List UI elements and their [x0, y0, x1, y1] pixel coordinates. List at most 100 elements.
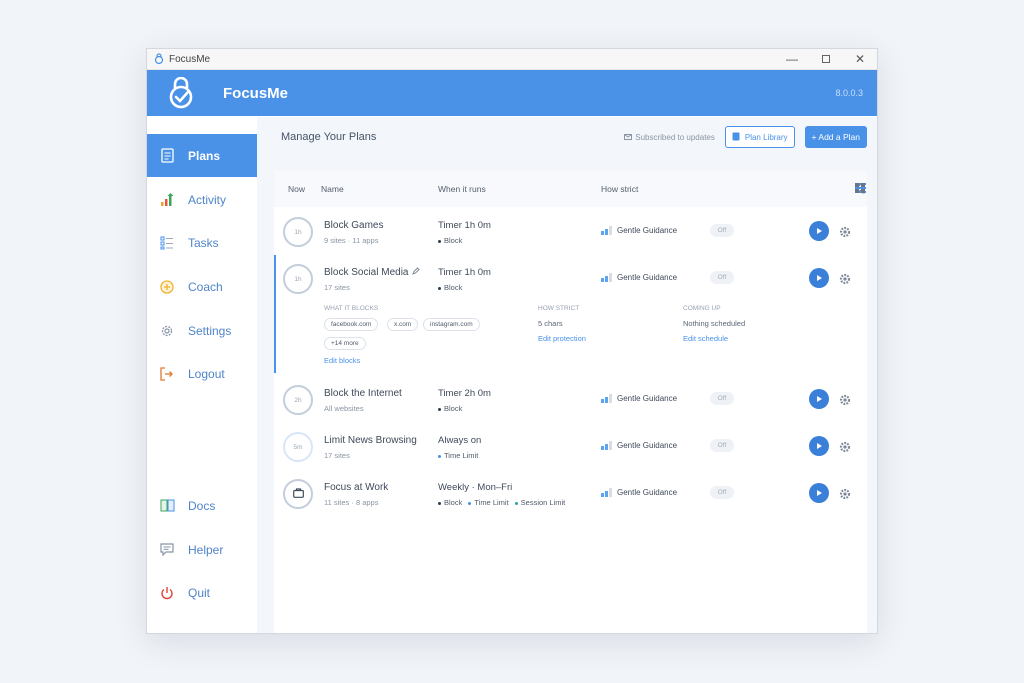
plan-when: Weekly · Mon–Fri — [438, 482, 513, 493]
site-chip[interactable]: facebook.com — [324, 318, 379, 331]
gear-icon[interactable] — [839, 393, 851, 406]
coming-up-label: COMING UP — [683, 305, 721, 312]
table-row[interactable]: Focus at Work 11 sites · 8 apps Weekly ·… — [274, 470, 867, 517]
plan-when: Timer 1h 0m — [438, 267, 491, 278]
sidebar-item-docs[interactable]: Docs — [147, 484, 264, 527]
strictness: Gentle Guidance — [601, 394, 677, 403]
book-icon — [732, 132, 740, 143]
sidebar-item-quit[interactable]: Quit — [147, 571, 264, 614]
site-chip[interactable]: x.com — [387, 318, 419, 331]
table-row[interactable]: 5m Limit News Browsing 17 sites Always o… — [274, 423, 867, 470]
briefcase-badge — [283, 479, 313, 509]
plan-sub: 17 sites — [324, 283, 350, 292]
maximize-button[interactable] — [809, 49, 843, 70]
col-now: Now — [288, 184, 306, 194]
table-row[interactable]: 2h Block the Internet All websites Timer… — [274, 376, 867, 423]
strictness: Gentle Guidance — [601, 226, 677, 235]
plan-when: Always on — [438, 435, 482, 446]
play-button[interactable] — [809, 268, 829, 288]
logout-icon — [159, 366, 175, 382]
plan-library-button[interactable]: Plan Library — [724, 126, 795, 148]
app-window: FocusMe — ✕ FocusMe 8.0.0.3 Plans Activi… — [146, 48, 878, 634]
play-button[interactable] — [809, 483, 829, 503]
content-toolbar: Manage Your Plans Subscribed to updates … — [257, 117, 877, 157]
col-strict[interactable]: How strict — [601, 184, 638, 194]
play-button[interactable] — [809, 389, 829, 409]
strictness: Gentle Guidance — [601, 441, 677, 450]
main-area: Plans Activity Tasks Coach Settings Logo… — [147, 117, 877, 633]
close-button[interactable]: ✕ — [843, 49, 877, 70]
sidebar-item-label: Helper — [188, 542, 224, 557]
focusme-logo-icon — [163, 75, 199, 111]
timer-badge: 5m — [283, 432, 313, 462]
plan-sub: 17 sites — [324, 451, 350, 460]
strength-bars-icon — [601, 273, 612, 282]
sidebar-item-logout[interactable]: Logout — [147, 352, 264, 395]
sidebar-item-settings[interactable]: Settings — [147, 309, 264, 352]
play-button[interactable] — [809, 221, 829, 241]
sidebar-item-label: Settings — [188, 323, 232, 338]
sidebar-item-label: Coach — [188, 279, 223, 294]
sidebar-item-plans[interactable]: Plans — [147, 134, 264, 177]
bar-chart-icon — [159, 192, 175, 208]
plan-name: Block Social Media — [324, 267, 421, 278]
plan-sub: All websites — [324, 404, 364, 413]
sidebar-item-activity[interactable]: Activity — [147, 178, 264, 221]
table-row[interactable]: 1h Block Games 9 sites · 11 apps Timer 1… — [274, 208, 867, 255]
add-plan-button[interactable]: + Add a Plan — [804, 126, 867, 148]
plan-modes: Block Time Limit Session Limit — [438, 498, 565, 507]
gear-icon[interactable] — [839, 487, 851, 500]
plan-toggle[interactable]: Off — [710, 392, 734, 405]
sidebar-item-tasks[interactable]: Tasks — [147, 221, 264, 264]
strictness: Gentle Guidance — [601, 488, 677, 497]
task-list-icon — [159, 235, 175, 251]
mail-icon — [624, 133, 633, 142]
how-strict-label: HOW STRICT — [538, 305, 580, 312]
plan-name: Focus at Work — [324, 482, 389, 493]
gear-icon — [159, 323, 175, 339]
expanded-plan: 1h Block Social Media 17 sites Timer 1h … — [274, 255, 867, 373]
sidebar-item-label: Docs — [188, 498, 216, 513]
sidebar-item-coach[interactable]: Coach — [147, 265, 264, 308]
col-when[interactable]: When it runs — [438, 184, 486, 194]
version-label: 8.0.0.3 — [835, 88, 863, 98]
sidebar-item-label: Logout — [188, 366, 225, 381]
plan-sub: 11 sites · 8 apps — [324, 498, 379, 507]
plan-toggle[interactable]: Off — [710, 224, 734, 237]
timer-badge: 1h — [283, 217, 313, 247]
app-logo-icon — [151, 51, 167, 67]
timer-badge: 1h — [283, 264, 313, 294]
play-button[interactable] — [809, 436, 829, 456]
window-title: FocusMe — [169, 53, 211, 65]
app-header: FocusMe 8.0.0.3 — [147, 70, 877, 116]
table-row[interactable]: 1h Block Social Media 17 sites Timer 1h … — [274, 255, 867, 302]
gear-icon[interactable] — [839, 440, 851, 453]
what-it-blocks-label: WHAT IT BLOCKS — [324, 305, 379, 312]
more-chip[interactable]: +14 more — [324, 337, 366, 350]
content-area: Manage Your Plans Subscribed to updates … — [257, 117, 877, 633]
chat-icon — [159, 542, 175, 558]
briefcase-icon — [292, 488, 304, 500]
pencil-icon[interactable] — [412, 267, 421, 278]
edit-blocks-link[interactable]: Edit blocks — [324, 356, 360, 365]
grid-view-icon[interactable] — [855, 183, 865, 195]
plan-toggle[interactable]: Off — [710, 439, 734, 452]
edit-schedule-link[interactable]: Edit schedule — [683, 334, 728, 343]
strength-bars-icon — [601, 226, 612, 235]
edit-protection-link[interactable]: Edit protection — [538, 334, 586, 343]
gear-icon[interactable] — [839, 272, 851, 285]
power-icon — [159, 585, 175, 601]
minimize-button[interactable]: — — [775, 49, 809, 70]
gear-icon[interactable] — [839, 225, 851, 238]
app-name: FocusMe — [223, 84, 289, 102]
plan-toggle[interactable]: Off — [710, 486, 734, 499]
col-name[interactable]: Name — [321, 184, 344, 194]
sidebar-item-helper[interactable]: Helper — [147, 528, 264, 571]
plan-toggle[interactable]: Off — [710, 271, 734, 284]
plan-name: Limit News Browsing — [324, 435, 417, 446]
page-title: Manage Your Plans — [281, 131, 377, 143]
plans-table: Now Name When it runs How strict 1h Bloc… — [274, 171, 867, 633]
subscribed-status: Subscribed to updates — [624, 133, 715, 142]
row-content: 1h Block Social Media 17 sites Timer 1h … — [274, 255, 867, 302]
site-chip[interactable]: instagram.com — [423, 318, 480, 331]
